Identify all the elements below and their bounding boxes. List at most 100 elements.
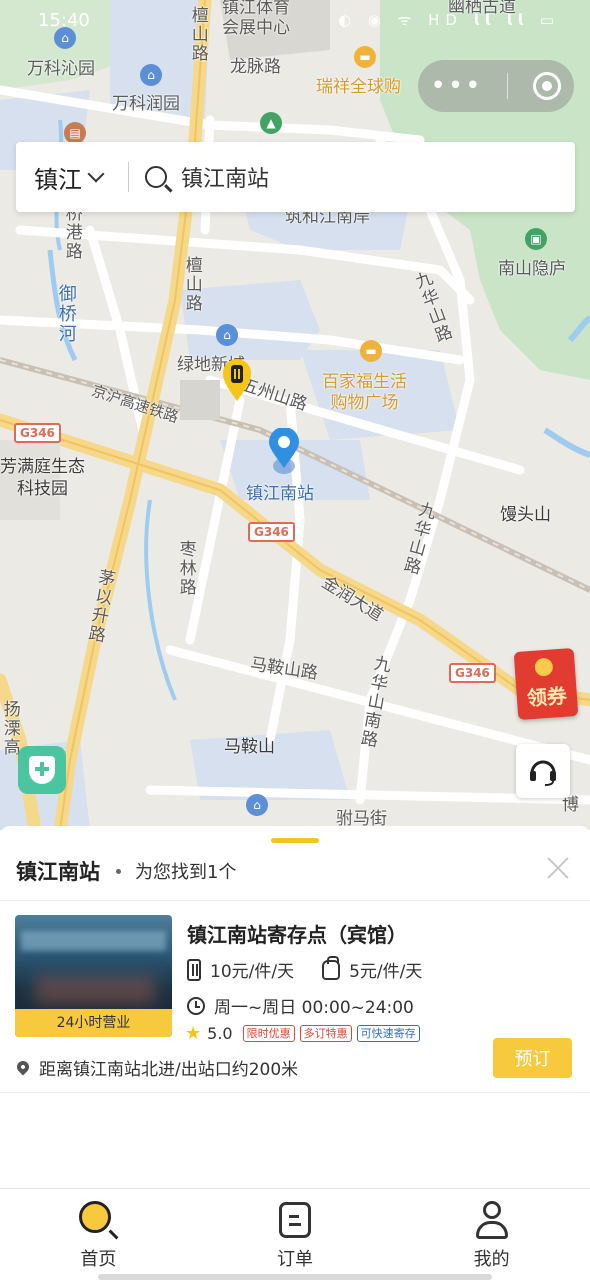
status-icons: ◐ ◉ ᯤ HD 𝗹𝗹 𝗹𝗹 ▭ — [337, 11, 560, 29]
map-background — [0, 0, 590, 830]
map-label: 南山隐庐 — [498, 259, 566, 279]
home-indicator[interactable] — [98, 1274, 492, 1280]
city-selector[interactable]: 镇江 — [16, 160, 128, 195]
search-home-icon — [79, 1201, 119, 1240]
station-location-pin[interactable] — [266, 428, 302, 476]
road-badge: G346 — [449, 663, 496, 683]
luggage-price-value: 10元/件/天 — [210, 962, 295, 982]
map-label: 镇江南站 — [246, 484, 314, 504]
miniprogram-capsule: ••• — [418, 60, 574, 112]
residence-icon: ⌂ — [140, 64, 162, 86]
distance-text: 距离镇江南站北进/出站口约200米 — [39, 1060, 299, 1080]
divider — [0, 1092, 590, 1093]
user-icon-head — [482, 1201, 501, 1219]
clock-icon — [187, 996, 205, 1015]
status-time: 15:40 — [38, 10, 90, 31]
school-icon: ▤ — [64, 122, 86, 144]
capsule-divider — [507, 73, 509, 99]
star-icon: ★ — [185, 1023, 202, 1044]
home-search-circle — [79, 1201, 112, 1233]
separator-dot — [116, 868, 121, 874]
storage-card[interactable]: 24小时营业 镇江南站寄存点（宾馆） 10元/件/天 5元/件/天 周一~周日 … — [0, 901, 590, 1093]
opening-hours-value: 周一~周日 00:00~24:00 — [214, 998, 414, 1018]
price-row: 10元/件/天 5元/件/天 — [187, 955, 450, 982]
chevron-down-icon — [87, 165, 105, 183]
map-label: 枣林路 — [175, 540, 196, 597]
tab-orders[interactable]: 订单 — [197, 1189, 394, 1280]
opening-hours: 周一~周日 00:00~24:00 — [187, 993, 414, 1018]
coupon-label: 领券 — [526, 683, 568, 711]
tab-home[interactable]: 首页 — [0, 1189, 197, 1280]
promo-tag: 限时优惠 — [242, 1025, 295, 1042]
tab-home-label: 首页 — [80, 1249, 117, 1270]
map-label: 芳满庭生态 科技园 — [0, 457, 85, 499]
close-miniprogram-icon[interactable] — [533, 72, 562, 100]
map-label: 檀山路 — [181, 256, 202, 313]
map-label: 瑞祥全球购 — [316, 77, 401, 97]
fast-storage-tag: 可快速寄存 — [356, 1025, 420, 1042]
road-badge: G346 — [248, 522, 295, 542]
map-view[interactable]: ⌂ ⌂ ▬ ▤ ▲ ▣ ⌂ ▬ ⌂ 万科沁园 万科润园 镇江体育 会展中心 龙脉… — [0, 0, 590, 830]
safety-button[interactable] — [18, 746, 66, 794]
map-label: 百家福生活 购物广场 — [322, 372, 407, 413]
order-list-icon — [276, 1201, 314, 1239]
shield-plus-icon — [29, 756, 55, 784]
rating-value: 5.0 — [207, 1024, 233, 1043]
rating-row: ★ 5.0 限时优惠 多订特惠 可快速寄存 — [185, 1023, 425, 1044]
home-search-handle — [108, 1229, 119, 1240]
store-name: 镇江南站寄存点（宾馆） — [187, 923, 407, 947]
park-icon: ▲ — [260, 112, 282, 134]
shopping-icon: ▬ — [360, 340, 382, 362]
map-label: 扬溧高 — [0, 700, 20, 757]
bottom-tab-bar: 首页 订单 我的 — [0, 1188, 590, 1280]
promo-tag: 多订特惠 — [299, 1025, 352, 1042]
close-icon[interactable] — [544, 854, 572, 882]
bag-price-value: 5元/件/天 — [349, 962, 423, 982]
map-label: 桥港路 — [61, 204, 82, 261]
backpack-icon — [322, 955, 341, 980]
store-photo: 24小时营业 — [15, 915, 172, 1037]
map-label: 马鞍山 — [224, 737, 275, 757]
store-sign — [21, 931, 166, 951]
sheet-drag-handle[interactable] — [271, 838, 319, 843]
city-label: 镇江 — [34, 165, 82, 194]
tab-mine[interactable]: 我的 — [393, 1189, 590, 1280]
store-light — [35, 975, 155, 1005]
hours-badge: 24小时营业 — [15, 1009, 172, 1037]
headset-icon — [530, 760, 556, 786]
location-icon — [14, 1058, 32, 1075]
bag-price: 5元/件/天 — [322, 955, 423, 982]
status-bar: 15:40 ◐ ◉ ᯤ HD 𝗹𝗹 𝗹𝗹 ▭ — [0, 8, 590, 36]
map-label: 龙脉路 — [230, 57, 281, 77]
map-label: 御桥河 — [55, 284, 77, 344]
road-badge: G346 — [14, 423, 61, 443]
coupon-button[interactable]: 领券 — [513, 647, 579, 721]
results-count: 为您找到1个 — [135, 862, 237, 883]
distance-row: 距离镇江南站北进/出站口约200米 — [14, 1055, 299, 1080]
map-label: 馒头山 — [500, 505, 551, 525]
customer-service-button[interactable] — [516, 744, 570, 798]
park-icon: ▣ — [525, 228, 547, 250]
search-input[interactable]: 镇江南站 — [129, 161, 269, 193]
search-query: 镇江南站 — [181, 167, 270, 192]
luggage-icon — [187, 958, 201, 981]
residence-icon: ⌂ — [246, 794, 268, 816]
search-icon — [145, 166, 167, 188]
user-icon — [473, 1201, 511, 1239]
results-sheet: 镇江南站 为您找到1个 24小时营业 镇江南站寄存点（宾馆） 10元/件/天 5… — [0, 826, 590, 1191]
order-icon-shape — [279, 1202, 311, 1238]
luggage-price: 10元/件/天 — [187, 957, 294, 982]
book-button[interactable]: 预订 — [493, 1038, 572, 1078]
storage-location-pin[interactable] — [221, 357, 253, 403]
more-options-icon[interactable]: ••• — [430, 73, 482, 99]
tab-mine-label: 我的 — [473, 1249, 510, 1270]
map-label: 博 — [562, 795, 579, 815]
residence-icon: ⌂ — [216, 324, 238, 346]
map-label: 万科润园 — [112, 94, 180, 114]
tab-orders-label: 订单 — [277, 1249, 313, 1270]
results-location-title: 镇江南站 — [16, 860, 100, 884]
user-icon-body — [475, 1221, 508, 1239]
search-bar: 镇江 镇江南站 — [16, 142, 575, 212]
results-header: 镇江南站 为您找到1个 — [16, 856, 236, 886]
map-label: 万科沁园 — [27, 59, 95, 79]
